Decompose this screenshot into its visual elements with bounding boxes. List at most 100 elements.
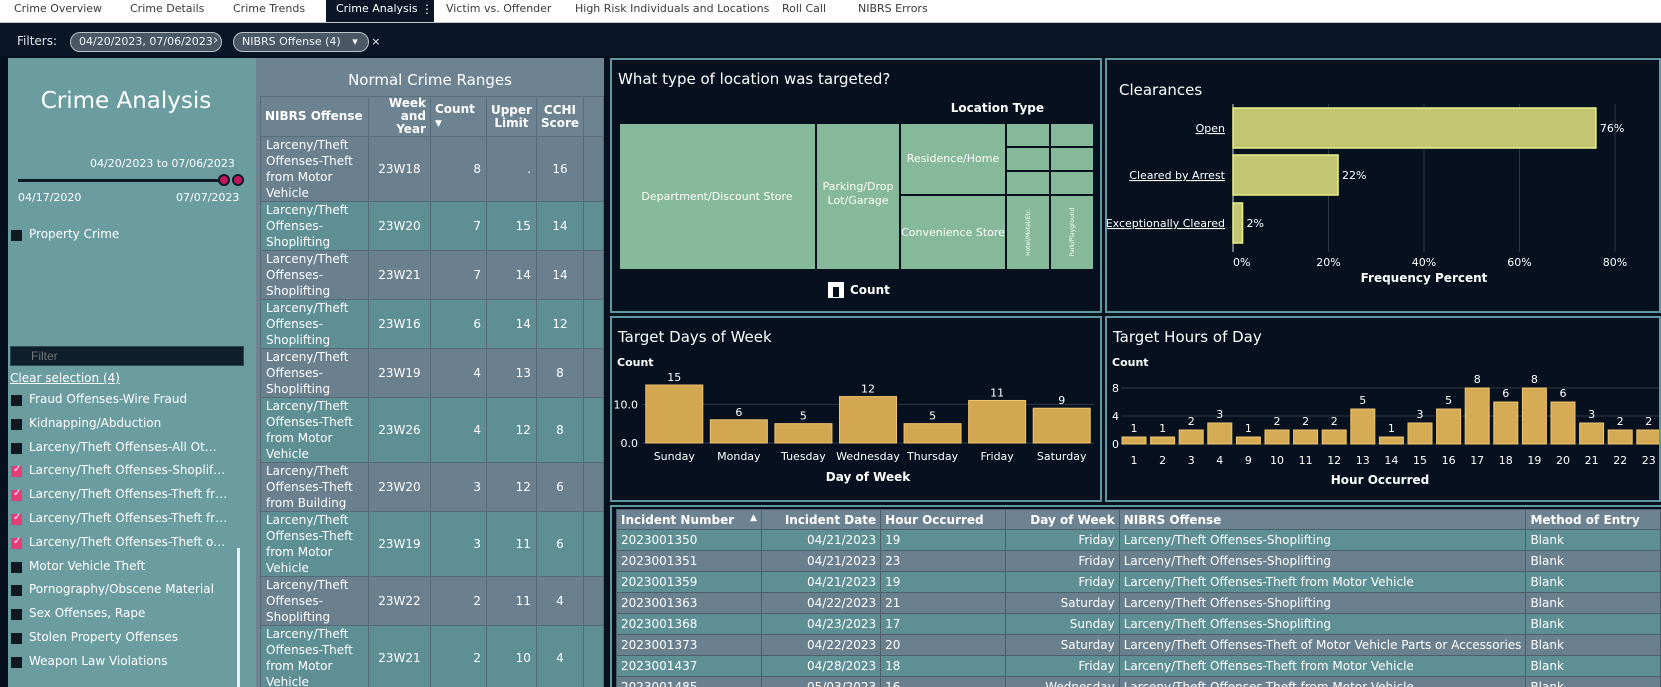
hour-bar[interactable] — [1178, 429, 1204, 445]
column-header-incident-number[interactable]: Incident Number ▲ — [616, 509, 762, 530]
offense-checkbox[interactable] — [11, 464, 22, 478]
clear-selection-link[interactable]: Clear selection (4) — [10, 371, 120, 385]
offense-checkbox[interactable] — [11, 585, 22, 597]
tab-crime-analysis[interactable]: Crime Analysis — [326, 0, 434, 22]
treemap-tile-rect[interactable] — [1051, 124, 1093, 146]
tab-crime-overview[interactable]: Crime Overview — [14, 0, 102, 22]
treemap-tile-rect[interactable] — [1007, 124, 1049, 146]
day-bar[interactable] — [774, 423, 833, 444]
table-row[interactable]: Larceny/Theft Offenses-Theft from Motor … — [260, 511, 605, 577]
offense-option-label[interactable]: Larceny/Theft Offenses-Theft o… — [29, 535, 225, 549]
column-header-score[interactable]: CCHI Score — [535, 96, 584, 137]
clearance-bar[interactable] — [1232, 107, 1597, 149]
offense-checkbox[interactable] — [11, 512, 22, 525]
offense-checkbox[interactable] — [11, 656, 22, 668]
column-header-week[interactable]: Week and Year — [367, 96, 431, 137]
date-filter-pill[interactable]: 04/20/2023, 07/06/2023 — [70, 32, 222, 52]
table-row[interactable]: 2023001368 04/23/2023 17 Sunday Larceny/Thef… — [616, 613, 1661, 635]
hour-bar[interactable] — [1464, 387, 1490, 445]
treemap-tile-park[interactable]: Park/Playground — [1051, 196, 1093, 269]
hour-bar[interactable] — [1207, 422, 1233, 445]
table-row[interactable]: Larceny/Theft Offenses-Theft from Buildi… — [260, 462, 605, 512]
hour-bar[interactable] — [1550, 401, 1576, 445]
offense-checkbox[interactable] — [11, 488, 22, 502]
table-row[interactable]: Larceny/Theft Offenses-Shoplifting 23W19 4… — [260, 348, 605, 398]
column-header-upper[interactable]: Upper Limit — [485, 96, 537, 137]
offense-checkbox[interactable] — [11, 536, 22, 549]
hour-bar[interactable] — [1493, 401, 1519, 445]
offense-checkbox[interactable] — [11, 561, 22, 573]
tab-options-icon[interactable]: ⋮ — [421, 2, 433, 16]
offense-option-label[interactable]: Sex Offenses, Rape — [29, 606, 145, 620]
hour-bar[interactable] — [1350, 408, 1376, 445]
day-bar[interactable] — [645, 384, 704, 444]
offense-option-label[interactable]: Fraud Offenses-Wire Fraud — [29, 392, 187, 406]
offense-option-label[interactable]: Weapon Law Violations — [29, 654, 168, 668]
day-bar[interactable] — [1032, 407, 1091, 444]
hour-bar[interactable] — [1378, 436, 1404, 445]
table-row[interactable]: 2023001485 05/03/2023 16 Wednesday Larceny/T… — [616, 676, 1661, 687]
offense-checkbox[interactable] — [11, 633, 22, 644]
day-bar[interactable] — [968, 399, 1027, 444]
table-row[interactable]: Larceny/Theft Offenses-Theft from Motor … — [260, 136, 605, 202]
table-row[interactable]: 2023001363 04/22/2023 21 Saturday Larceny/Th… — [616, 592, 1661, 614]
hour-bar[interactable] — [1235, 436, 1261, 445]
category-label[interactable]: Exceptionally Cleared — [1107, 217, 1225, 230]
offense-filter-input[interactable] — [10, 346, 244, 366]
hour-bar[interactable] — [1321, 429, 1347, 445]
offense-option-label[interactable]: Pornography/Obscene Material — [29, 582, 214, 596]
offense-option-label[interactable]: Larceny/Theft Offenses-Theft fr… — [29, 487, 227, 501]
treemap-tile-rect[interactable] — [1051, 172, 1093, 194]
close-icon[interactable]: × — [371, 35, 380, 48]
tab-roll-call[interactable]: Roll Call — [782, 0, 826, 22]
offense-option-label[interactable]: Kidnapping/Abduction — [29, 416, 161, 430]
category-label[interactable]: Cleared by Arrest — [1129, 169, 1225, 182]
treemap-tile-parking[interactable]: Parking/Drop Lot/Garage — [817, 124, 899, 269]
column-header-offense[interactable]: NIBRS Offense — [1118, 509, 1527, 530]
date-slider-track[interactable] — [18, 179, 223, 182]
table-row[interactable]: Larceny/Theft Offenses-Shoplifting 23W22 2… — [260, 576, 605, 626]
table-row[interactable]: Larceny/Theft Offenses-Theft from Motor … — [260, 397, 605, 463]
offense-option-label[interactable]: Stolen Property Offenses — [29, 630, 178, 644]
table-row[interactable]: 2023001359 04/21/2023 19 Friday Larceny/Thef… — [616, 571, 1661, 593]
date-slider-start-handle[interactable] — [218, 174, 230, 186]
offense-option-label[interactable]: Larceny/Theft Offenses-Shoplif… — [29, 463, 225, 477]
table-row[interactable]: 2023001350 04/21/2023 19 Friday Larceny/Thef… — [616, 529, 1661, 551]
column-header-method[interactable]: Method of Entry — [1525, 509, 1661, 530]
offense-checkbox[interactable] — [11, 395, 22, 406]
column-header-incident-date[interactable]: Incident Date — [760, 509, 882, 530]
treemap-tile-convenience[interactable]: Convenience Store — [901, 196, 1005, 269]
table-row[interactable]: 2023001351 04/21/2023 23 Friday Larceny/Thef… — [616, 550, 1661, 572]
offense-filter-pill[interactable]: NIBRS Offense (4) ▾ × — [233, 32, 380, 52]
property-crime-checkbox[interactable] — [11, 230, 22, 241]
hour-bar[interactable] — [1293, 429, 1319, 445]
category-label[interactable]: Open — [1196, 122, 1225, 135]
offense-option-label[interactable]: Larceny/Theft Offenses-All Ot… — [29, 440, 217, 454]
tab-high-risk[interactable]: High Risk Individuals and Locations — [575, 0, 769, 22]
treemap-tile-hotel[interactable]: Hotel/Motel/Etc. — [1007, 196, 1049, 269]
treemap-tile-rect[interactable] — [1007, 148, 1049, 170]
hour-bar[interactable] — [1407, 422, 1433, 445]
table-row[interactable]: 2023001437 04/28/2023 18 Friday Larceny/Thef… — [616, 655, 1661, 677]
table-row[interactable]: Larceny/Theft Offenses-Shoplifting 23W20 7… — [260, 201, 605, 251]
hour-bar[interactable] — [1579, 422, 1605, 445]
hour-bar[interactable] — [1150, 436, 1176, 445]
day-bar[interactable] — [903, 423, 962, 444]
tab-crime-trends[interactable]: Crime Trends — [233, 0, 305, 22]
column-header-count[interactable]: Count ▼ — [429, 96, 487, 137]
tab-victim-vs-offender[interactable]: Victim vs. Offender — [446, 0, 551, 22]
day-bar[interactable] — [839, 396, 897, 444]
hour-bar[interactable] — [1636, 429, 1659, 445]
date-slider-end-handle[interactable] — [232, 174, 244, 186]
column-header-offense[interactable]: NIBRS Offense — [260, 96, 369, 137]
hour-bar[interactable] — [1264, 429, 1290, 445]
treemap-tile-rect[interactable] — [1007, 172, 1049, 194]
table-row[interactable]: Larceny/Theft Offenses-Shoplifting 23W16 6… — [260, 299, 605, 349]
chevron-down-icon[interactable]: ▾ — [352, 35, 358, 48]
column-header-day[interactable]: Day of Week — [1004, 509, 1120, 530]
treemap-tile-rect[interactable] — [1051, 148, 1093, 170]
day-bar[interactable] — [709, 419, 768, 444]
hour-bar[interactable] — [1121, 436, 1147, 445]
clearance-bar[interactable] — [1232, 154, 1339, 196]
hour-bar[interactable] — [1521, 387, 1547, 445]
